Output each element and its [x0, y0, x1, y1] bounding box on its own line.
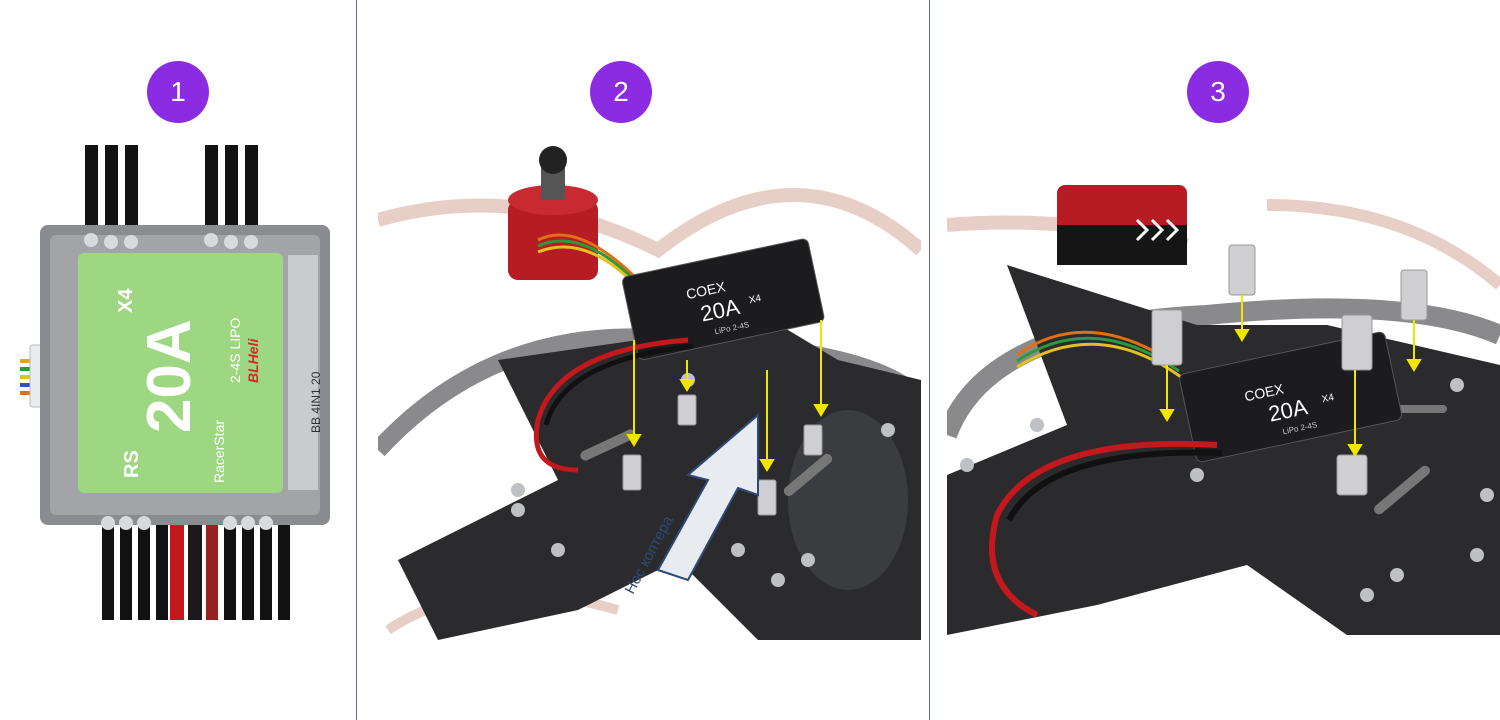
esc-lipo-text: 2-4S LIPO: [227, 318, 243, 383]
frame-install-illustration: COEX 20A X4 LiPo 2-4S Нос коптера: [378, 146, 921, 640]
panel-divider-1: [356, 0, 357, 720]
panel-2-frame-install: COEX 20A X4 LiPo 2-4S Нос коптера: [378, 140, 921, 640]
prop-guard-top: [378, 188, 921, 259]
esc-brand-text: RacerStar: [211, 420, 227, 483]
step-2-badge: 2: [590, 61, 652, 123]
step-3-number: 3: [1210, 76, 1226, 107]
panel-1-esc-photo: 20A RS RacerStar X4 2-4S LIPO BLHeli BB …: [20, 145, 350, 620]
step-2-number: 2: [613, 76, 629, 107]
esc-count-text: X4: [115, 288, 137, 313]
panel-3-esc-mounted: COEX 20A X4 LiPo 2-4S: [947, 185, 1500, 635]
esc-side-label-text: BB 4IN1 20: [309, 371, 323, 433]
motor: [508, 146, 598, 280]
esc-series-text: RS: [121, 450, 143, 478]
motor: [1057, 185, 1187, 265]
esc-rating-text: 20A: [135, 319, 204, 433]
esc-mounted-illustration: COEX 20A X4 LiPo 2-4S: [947, 185, 1500, 635]
esc-firmware-text: BLHeli: [245, 338, 261, 383]
panel-divider-2: [929, 0, 930, 720]
step-3-badge: 3: [1187, 61, 1249, 123]
step-1-badge: 1: [147, 61, 209, 123]
step-1-number: 1: [170, 76, 186, 107]
esc-photo-illustration: 20A RS RacerStar X4 2-4S LIPO BLHeli BB …: [20, 145, 330, 620]
bottom-wires: [102, 525, 290, 620]
